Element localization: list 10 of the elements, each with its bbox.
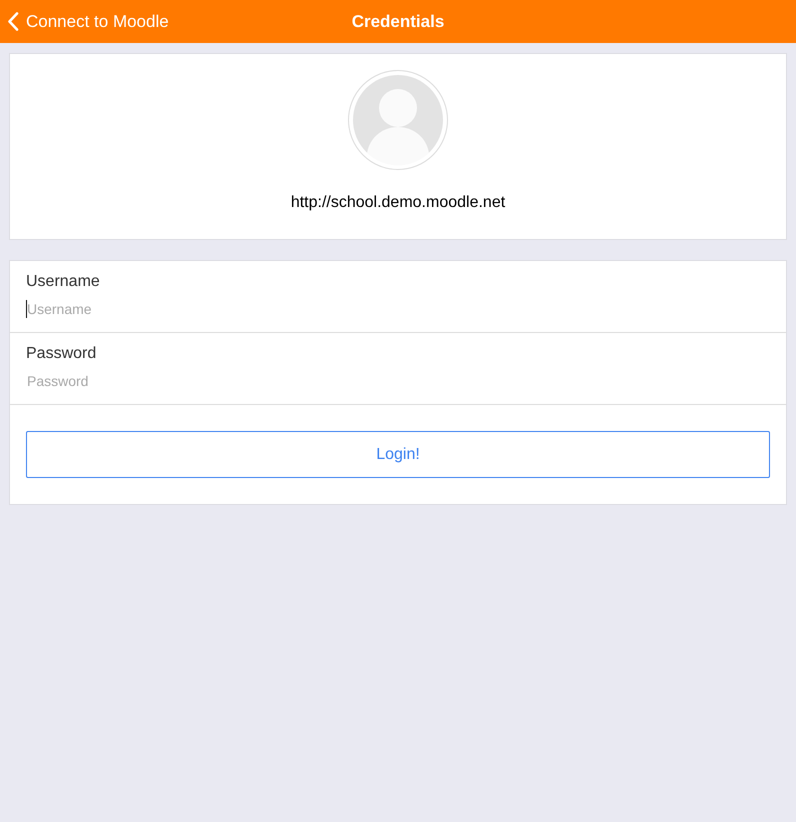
back-button[interactable]: Connect to Moodle bbox=[0, 0, 169, 43]
input-field[interactable]: Username bbox=[26, 300, 770, 318]
screen-title: Credentials bbox=[352, 12, 444, 32]
field-label: Username bbox=[26, 272, 100, 292]
field-label: Password bbox=[26, 344, 96, 364]
input-field[interactable]: Password bbox=[26, 372, 770, 390]
user-avatar-icon bbox=[348, 70, 448, 170]
login-button[interactable]: Login! bbox=[26, 431, 770, 478]
site-url: http://school.demo.moodle.net bbox=[290, 194, 506, 212]
back-chevron-icon bbox=[7, 12, 19, 31]
